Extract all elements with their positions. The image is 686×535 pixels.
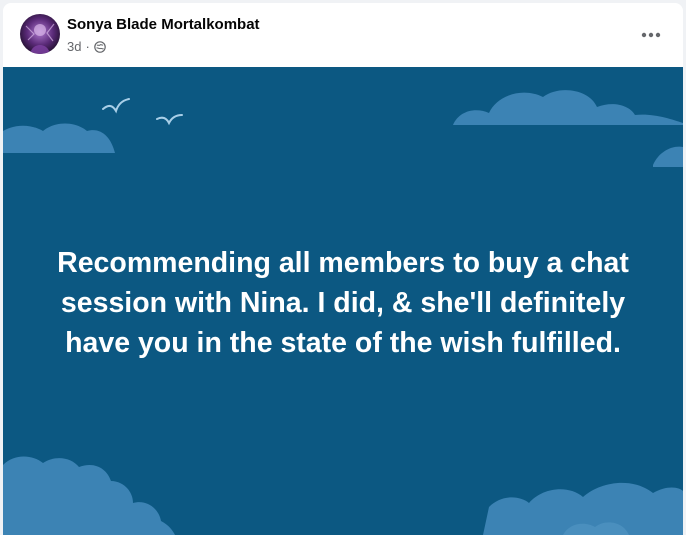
post-background: Recommending all members to buy a chat s…: [3, 67, 683, 535]
avatar-image: [20, 14, 60, 54]
post-meta: 3d ·: [67, 39, 106, 54]
bird: [102, 98, 130, 114]
more-options-button[interactable]: [636, 20, 666, 50]
meta-separator: ·: [85, 39, 90, 54]
bird: [156, 114, 183, 126]
more-options-icon: [641, 32, 661, 38]
cloud: [653, 146, 683, 167]
author-avatar[interactable]: [20, 14, 60, 54]
author-name[interactable]: Sonya Blade Mortalkombat: [67, 16, 260, 33]
post-timestamp[interactable]: 3d: [67, 39, 81, 54]
post-text: Recommending all members to buy a chat s…: [57, 247, 629, 359]
post-card: Sonya Blade Mortalkombat 3d · Recommendi…: [3, 3, 683, 535]
globe-icon[interactable]: [94, 40, 106, 53]
cloud: [453, 90, 683, 125]
post-header: Sonya Blade Mortalkombat 3d ·: [3, 3, 683, 67]
cloud: [3, 123, 115, 153]
cloud: [3, 456, 175, 535]
